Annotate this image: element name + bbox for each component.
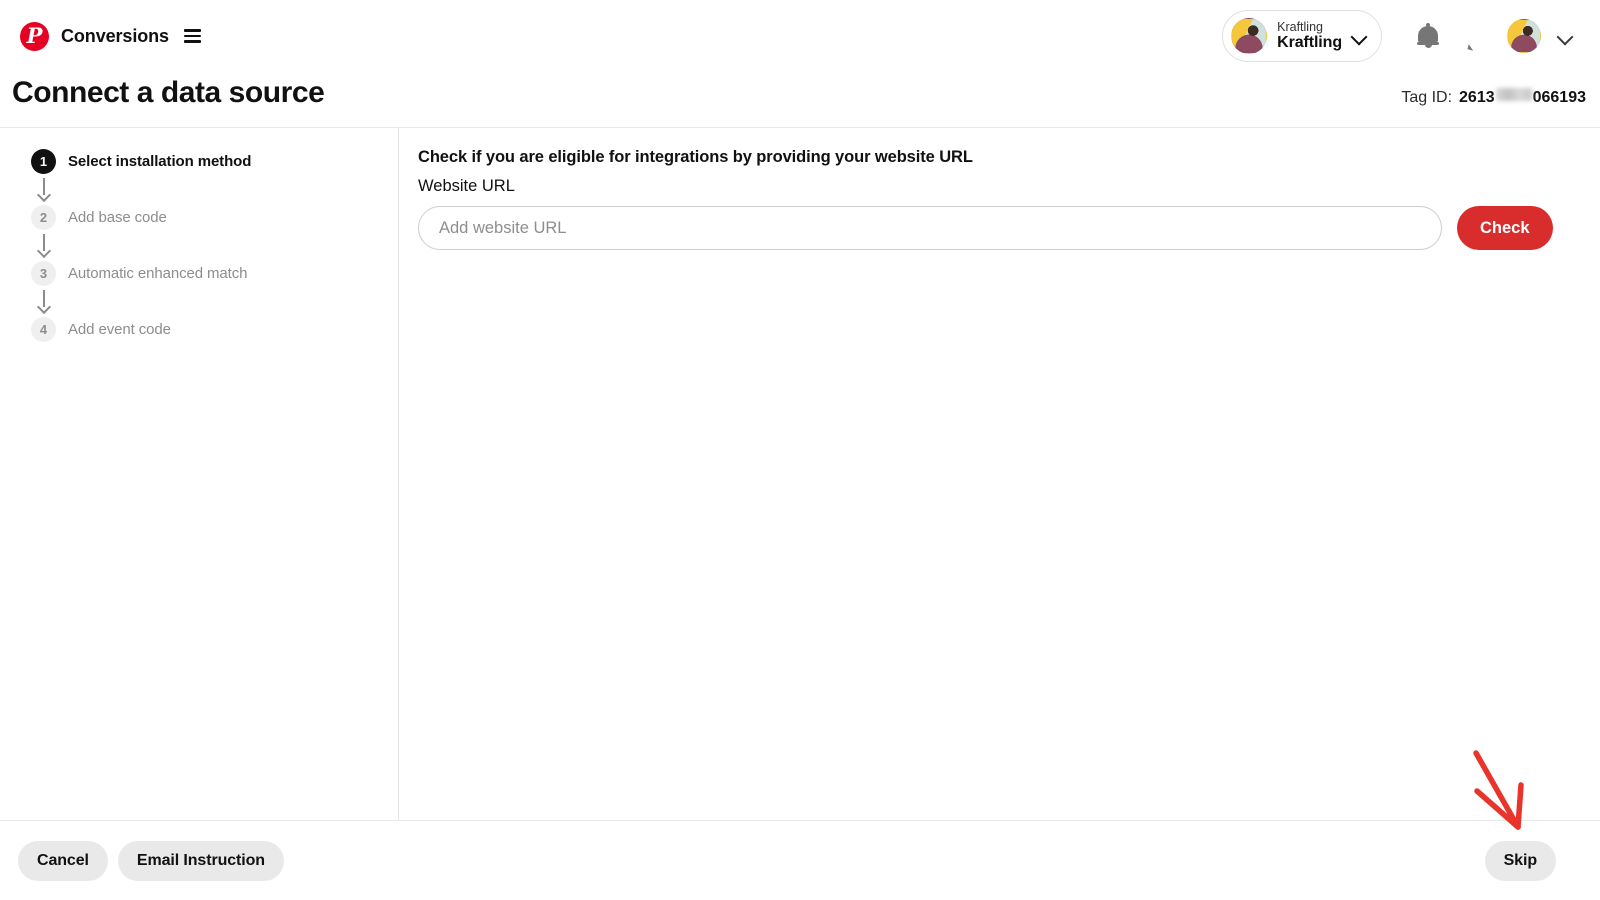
page-title: Connect a data source [12,76,325,109]
chevron-down-icon [1558,29,1573,44]
cancel-button[interactable]: Cancel [18,840,108,881]
tag-id-display: Tag ID: 2613 066193 [1401,88,1586,107]
step-number-badge: 4 [31,316,56,342]
chat-bubble-icon [1465,26,1488,51]
eligibility-heading: Check if you are eligible for integratio… [418,148,973,166]
account-name: Kraftling [1277,33,1342,51]
tag-id-label: Tag ID: [1401,89,1453,106]
step-label: Automatic enhanced match [68,264,248,282]
chat-dots [1469,33,1485,37]
chevron-down-icon [1352,29,1367,44]
brand-area: P Conversions [20,21,201,51]
profile-menu-button[interactable] [1548,12,1582,60]
footer-right-actions: Skip [1484,840,1556,881]
tag-id-suffix: 066193 [1532,89,1586,106]
step-label: Select installation method [68,152,252,170]
messages-button[interactable] [1452,12,1500,60]
account-labels: Kraftling Kraftling [1277,20,1342,53]
tag-id-prefix: 2613 [1459,89,1495,106]
notifications-button[interactable] [1404,12,1452,60]
main-content-panel: Check if you are eligible for integratio… [418,148,1578,250]
step-connector [31,174,56,204]
chat-tail [1466,43,1475,51]
nav-right-cluster: Kraftling Kraftling [1222,10,1582,62]
arrow-down-icon [38,290,49,312]
pinterest-logo-icon: P [20,21,49,51]
website-url-field-row: Check [418,206,1578,250]
sidebar-divider [398,128,399,820]
email-instruction-button[interactable]: Email Instruction [117,840,284,881]
step-item-add-event-code[interactable]: 4 Add event code [31,316,371,342]
step-label: Add event code [68,320,171,338]
tag-id-redacted-block [1495,88,1532,101]
step-item-select-installation-method[interactable]: 1 Select installation method [31,148,371,174]
skip-button[interactable]: Skip [1484,840,1556,881]
footer-left-actions: Cancel Email Instruction [18,840,284,881]
arrow-down-icon [38,234,49,256]
account-selector[interactable]: Kraftling Kraftling [1222,10,1382,62]
bell-body [1417,26,1439,45]
website-url-input[interactable] [418,206,1442,250]
installation-steps-list: 1 Select installation method 2 Add base … [31,148,371,342]
step-number-badge: 3 [31,260,56,286]
step-number-badge: 1 [31,148,56,174]
step-item-automatic-enhanced-match[interactable]: 3 Automatic enhanced match [31,260,371,286]
top-navigation-bar: P Conversions Kraftling Kraftling [0,0,1600,72]
step-connector [31,286,56,316]
hamburger-line [183,29,201,32]
profile-avatar [1507,19,1541,53]
hamburger-line [183,40,201,43]
bell-clapper [1424,43,1432,48]
website-url-label: Website URL [418,177,515,195]
profile-button[interactable] [1500,12,1548,60]
app-title: Conversions [61,25,169,46]
tag-id-value: 2613 066193 [1459,88,1586,107]
account-avatar [1231,18,1268,54]
arrow-down-icon [38,178,49,200]
hamburger-menu-icon[interactable] [183,29,201,43]
hamburger-line [183,34,201,38]
step-item-add-base-code[interactable]: 2 Add base code [31,204,371,230]
check-button[interactable]: Check [1457,206,1553,250]
step-label: Add base code [68,208,167,226]
step-connector [31,230,56,260]
step-number-badge: 2 [31,204,56,230]
footer-action-bar: Cancel Email Instruction Skip [0,820,1600,900]
body-area: 1 Select installation method 2 Add base … [0,128,1600,820]
bell-icon [1417,23,1439,48]
account-sub-label: Kraftling [1277,19,1323,34]
page-header: Connect a data source Tag ID: 2613 06619… [0,76,1600,128]
